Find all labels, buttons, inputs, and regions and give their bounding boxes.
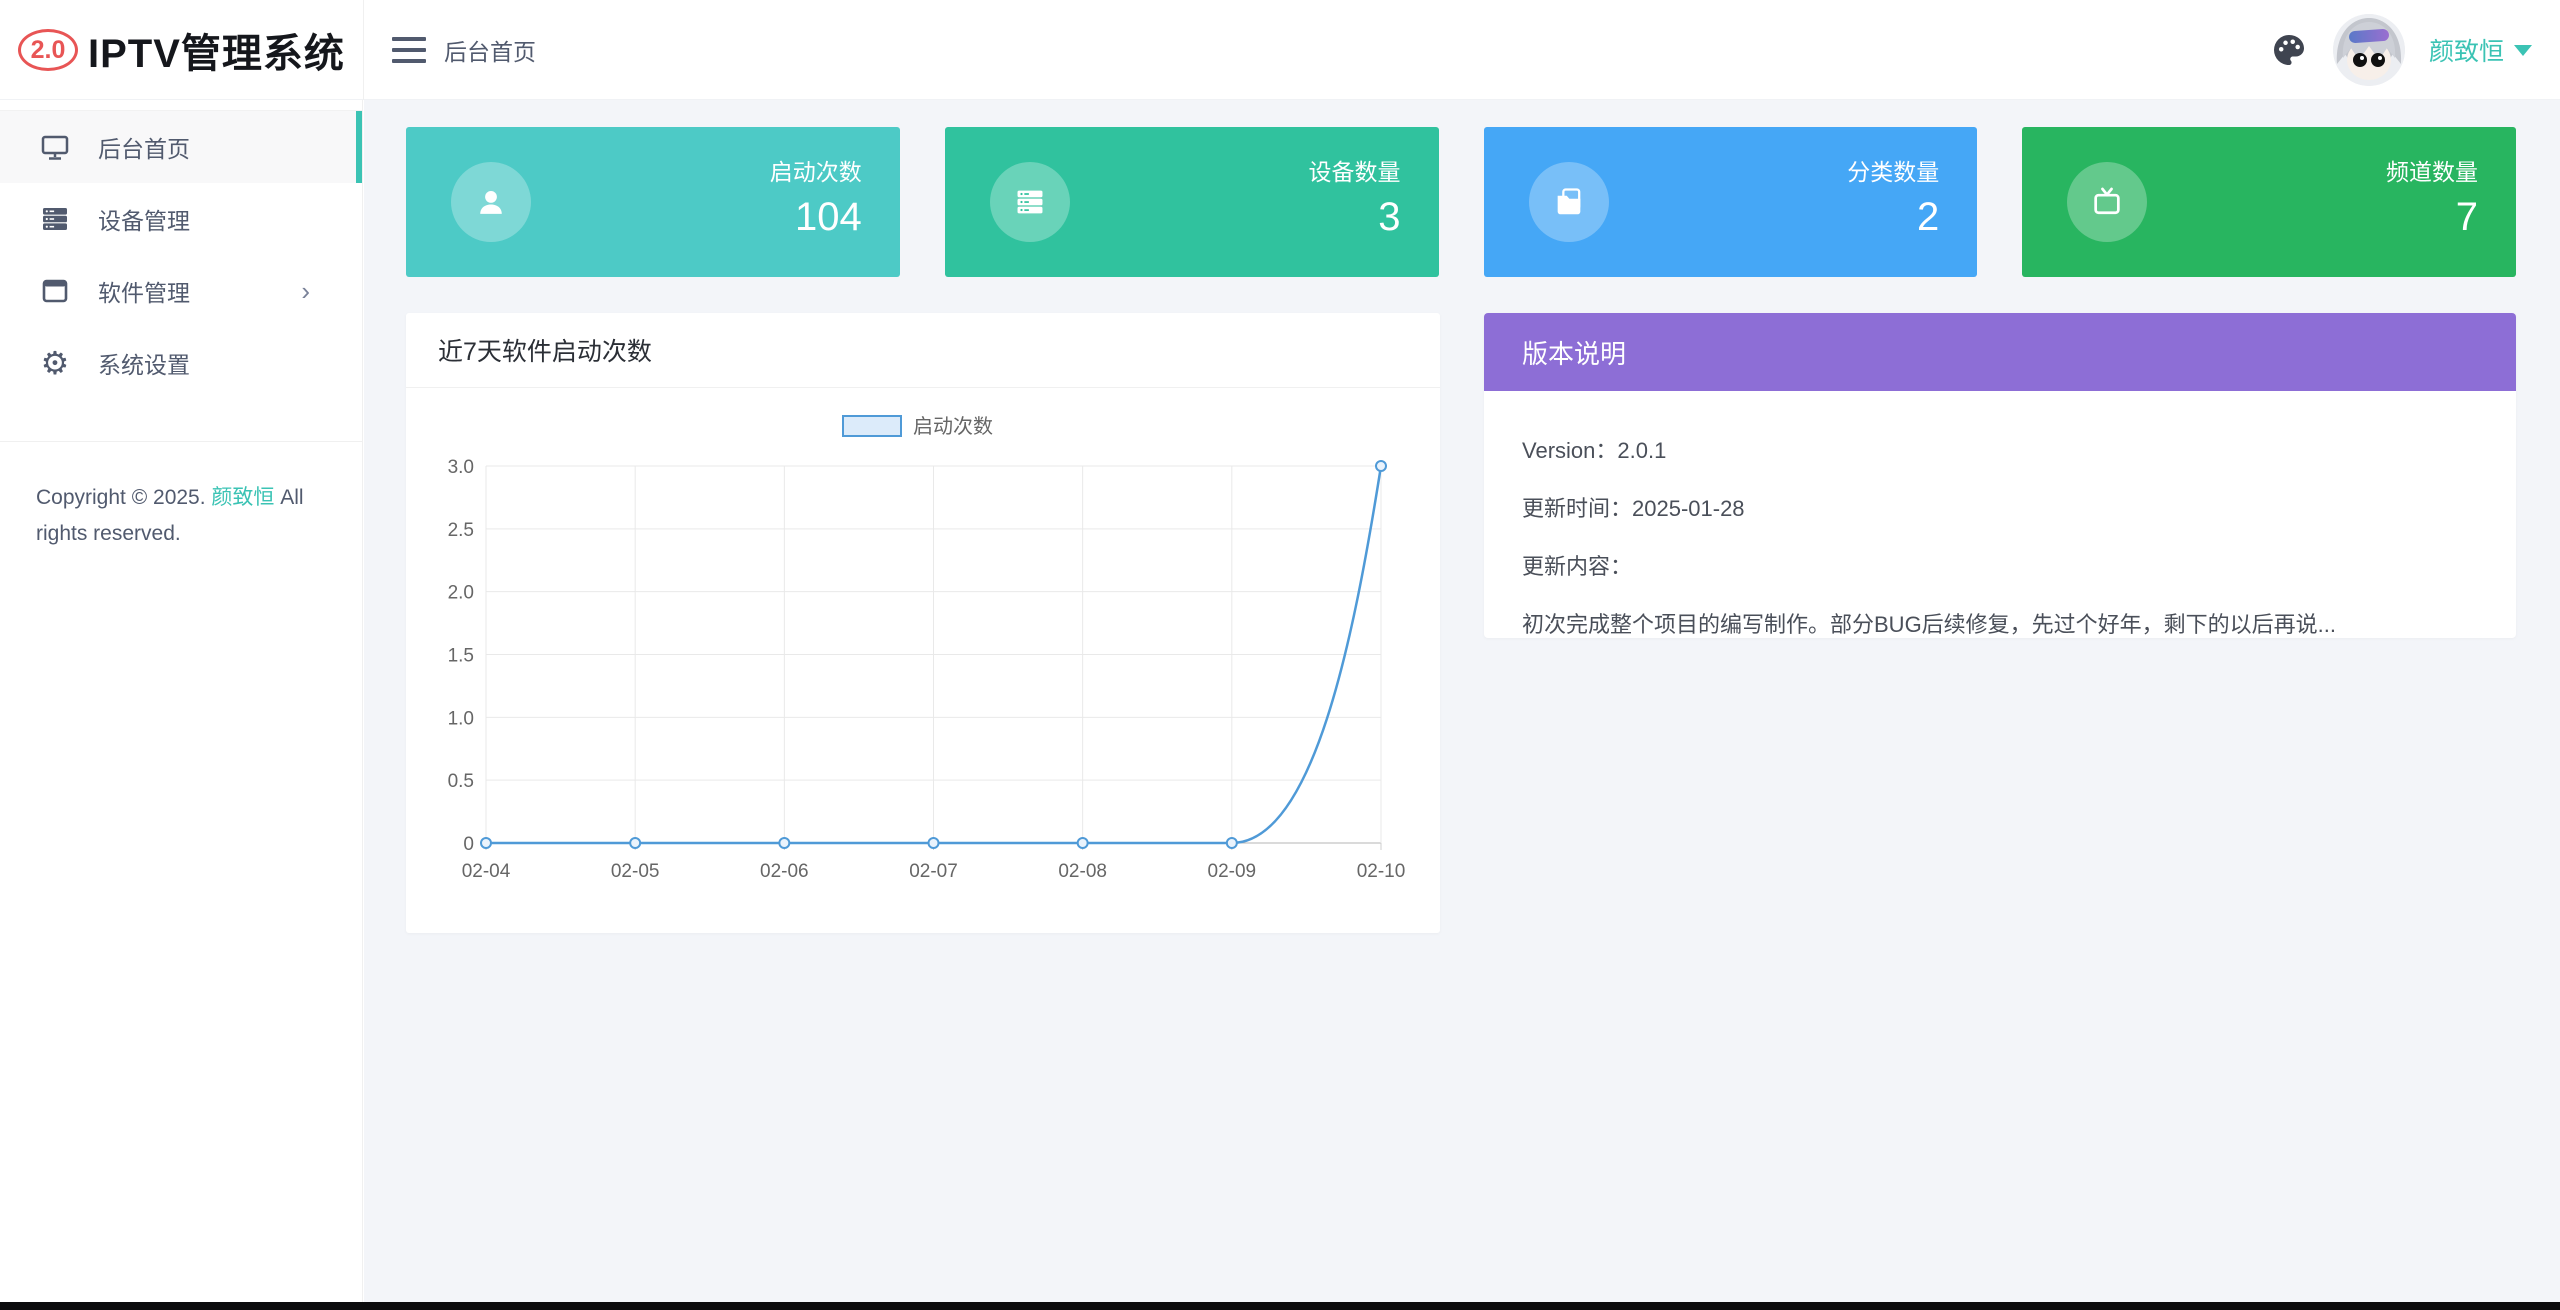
stat-label: 设备数量: [1308, 159, 1401, 185]
user-avatar[interactable]: [2332, 14, 2405, 86]
username: 颜致恒: [2428, 38, 2504, 66]
svg-text:02-07: 02-07: [909, 861, 958, 882]
sidebar-toggle-button[interactable]: [392, 34, 426, 66]
svg-text:0.5: 0.5: [448, 771, 474, 792]
svg-text:02-04: 02-04: [462, 861, 511, 882]
active-indicator: [356, 111, 362, 183]
main-content: 启动次数 104 设备数量 3 分类数量 2 频道数量 7 近7天软件启动次数 …: [364, 100, 2560, 1302]
update-time: 更新时间：2025-01-28: [1522, 496, 1745, 521]
tv-icon: [2094, 187, 2120, 215]
stat-card-launches: 启动次数 104: [406, 127, 900, 277]
sidebar-item-label: 软件管理: [98, 280, 190, 306]
svg-text:02-10: 02-10: [1357, 861, 1406, 882]
app-window-icon: [40, 276, 70, 306]
svg-text:1.0: 1.0: [448, 708, 474, 729]
gear-icon: ⚙: [40, 345, 70, 381]
server-icon: [1017, 190, 1043, 214]
version-card-title: 版本说明: [1522, 338, 1627, 369]
icon-circle: [2067, 162, 2148, 242]
folder-icon: [1557, 188, 1580, 215]
chevron-right-icon: ›: [301, 275, 310, 306]
topbar-right: 颜致恒: [2269, 0, 2532, 100]
sidebar-item-dashboard[interactable]: 后台首页: [0, 111, 362, 183]
copyright: Copyright © 2025. 颜致恒 All rights reserve…: [0, 442, 362, 590]
icon-circle: [451, 162, 531, 242]
monitor-icon: [40, 132, 70, 162]
palette-icon: [2273, 35, 2304, 65]
chart-area: 0 0.5 1.0 1.5 2.0 2.5 3.0 02-04 02-05 02-06 02-07 0…: [406, 388, 1440, 933]
stat-card-channels: 频道数量 7: [2022, 127, 2516, 277]
user-icon: [480, 191, 502, 214]
stat-label: 分类数量: [1847, 159, 1940, 185]
chevron-down-icon: [2514, 44, 2532, 56]
sidebar-item-software[interactable]: 软件管理 ›: [0, 255, 362, 327]
copyright-prefix: Copyright © 2025.: [36, 486, 212, 509]
version-badge: 2.0: [18, 29, 78, 71]
stat-value: 7: [2455, 195, 2478, 239]
icon-circle: [989, 162, 1070, 242]
sidebar-item-settings[interactable]: ⚙ 系统设置: [0, 327, 362, 399]
sidebar: 后台首页 设备管理 软件管理 › ⚙ 系统设置 Copyright © 2025…: [0, 100, 363, 1302]
svg-text:0: 0: [463, 834, 474, 855]
svg-text:2.0: 2.0: [448, 583, 474, 604]
update-content-label: 更新内容：: [1522, 554, 1633, 579]
svg-text:启动次数: 启动次数: [913, 415, 993, 438]
stat-card-categories: 分类数量 2: [1483, 127, 1978, 277]
stat-value: 2: [1917, 195, 1940, 239]
stat-label: 频道数量: [2386, 159, 2478, 185]
logo-link[interactable]: 2.0 IPTV管理系统: [18, 0, 363, 100]
version-card: 版本说明 Version：2.0.1 更新时间：2025-01-28 更新内容：…: [1484, 313, 2516, 638]
stat-cards-row: 启动次数 104 设备数量 3 分类数量 2 频道数量 7: [406, 127, 2516, 277]
sidebar-menu: 后台首页 设备管理 软件管理 › ⚙ 系统设置: [0, 110, 362, 399]
stat-label: 启动次数: [769, 159, 862, 185]
svg-text:02-09: 02-09: [1208, 861, 1257, 882]
copyright-owner-link[interactable]: 颜致恒: [211, 486, 274, 509]
stat-value: 104: [795, 195, 862, 239]
sidebar-item-label: 后台首页: [98, 136, 190, 162]
top-bar: 2.0 IPTV管理系统 后台首页 颜致恒: [0, 0, 2560, 100]
chart-title: 近7天软件启动次数: [406, 313, 1440, 388]
user-menu[interactable]: 颜致恒: [2429, 32, 2532, 68]
svg-text:02-06: 02-06: [760, 861, 809, 882]
svg-text:1.5: 1.5: [448, 646, 474, 667]
svg-text:02-08: 02-08: [1058, 861, 1107, 882]
icon-circle: [1528, 162, 1609, 242]
version-number: Version：2.0.1: [1522, 438, 1667, 463]
bottom-strip: [0, 1302, 2560, 1310]
stat-value: 3: [1378, 195, 1401, 239]
sidebar-item-devices[interactable]: 设备管理: [0, 183, 362, 255]
svg-text:2.5: 2.5: [448, 520, 474, 541]
app-title: IPTV管理系统: [88, 32, 345, 76]
launch-chart-card: 近7天软件启动次数 0 0.5 1.0 1.5 2.0 2.5 3.0 02-04 02-05 0…: [406, 313, 1440, 933]
line-chart: 0 0.5 1.0 1.5 2.0 2.5 3.0 02-04 02-05 02-06 02-07 0…: [448, 415, 1406, 882]
theme-button[interactable]: [2269, 30, 2309, 70]
update-content-text: 初次完成整个项目的编写制作。部分BUG后续修复，先过个好年，剩下的以后再说...: [1522, 612, 2337, 637]
server-icon: [40, 204, 70, 234]
sidebar-item-label: 系统设置: [98, 352, 190, 378]
version-card-header: 版本说明: [1484, 313, 2516, 391]
stat-card-devices: 设备数量 3: [944, 127, 1439, 277]
avatar-image: [2332, 14, 2405, 86]
svg-text:3.0: 3.0: [448, 457, 474, 478]
breadcrumb: 后台首页: [444, 39, 536, 65]
svg-text:02-05: 02-05: [611, 861, 660, 882]
version-card-body: Version：2.0.1 更新时间：2025-01-28 更新内容： 初次完成…: [1484, 391, 2516, 638]
sidebar-item-label: 设备管理: [98, 208, 190, 234]
header-divider: [363, 0, 364, 100]
